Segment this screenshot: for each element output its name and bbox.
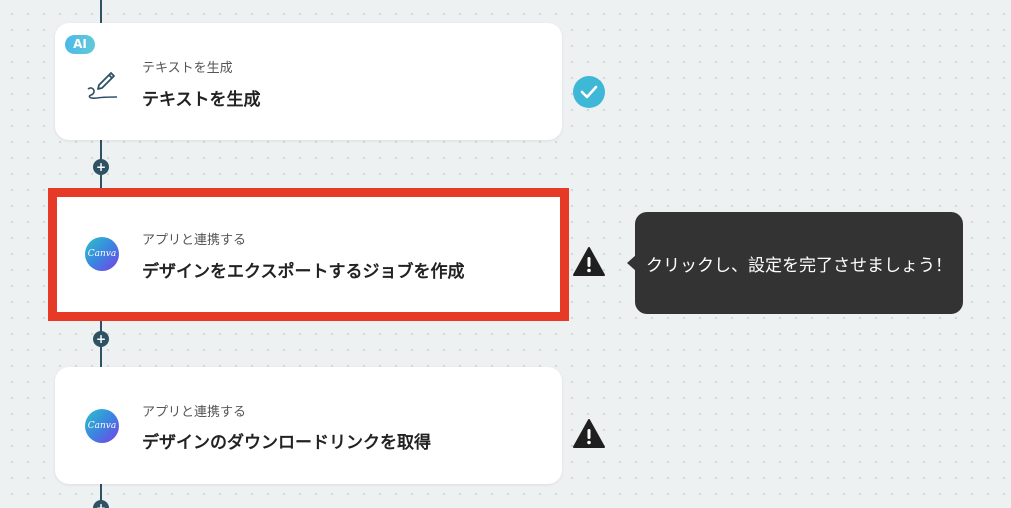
step-title: テキストを生成 — [142, 90, 261, 110]
step-card-generate-text[interactable]: テキストを生成 テキストを生成 — [55, 23, 562, 140]
step-title: デザインのダウンロードリンクを取得 — [142, 433, 431, 453]
step-subtitle: アプリと連携する — [142, 405, 247, 420]
tooltip-text: クリックし、設定を完了させましょう！ — [646, 255, 952, 276]
connector-line — [100, 0, 102, 23]
step-card-get-download-link[interactable]: Canva アプリと連携する デザインのダウンロードリンクを取得 — [55, 367, 562, 484]
check-icon — [572, 75, 606, 109]
warning-icon — [572, 417, 606, 451]
canva-logo-text: Canva — [85, 409, 119, 443]
highlight-frame — [48, 188, 569, 321]
warning-icon — [572, 245, 606, 279]
canva-logo: Canva — [85, 409, 121, 445]
add-step-button[interactable]: + — [93, 159, 109, 175]
pen-icon — [85, 63, 121, 99]
add-step-button[interactable]: + — [93, 500, 109, 508]
tooltip: クリックし、設定を完了させましょう！ — [635, 212, 963, 314]
step-subtitle: テキストを生成 — [142, 61, 233, 76]
ai-badge: AI — [65, 35, 95, 54]
add-step-button[interactable]: + — [93, 331, 109, 347]
